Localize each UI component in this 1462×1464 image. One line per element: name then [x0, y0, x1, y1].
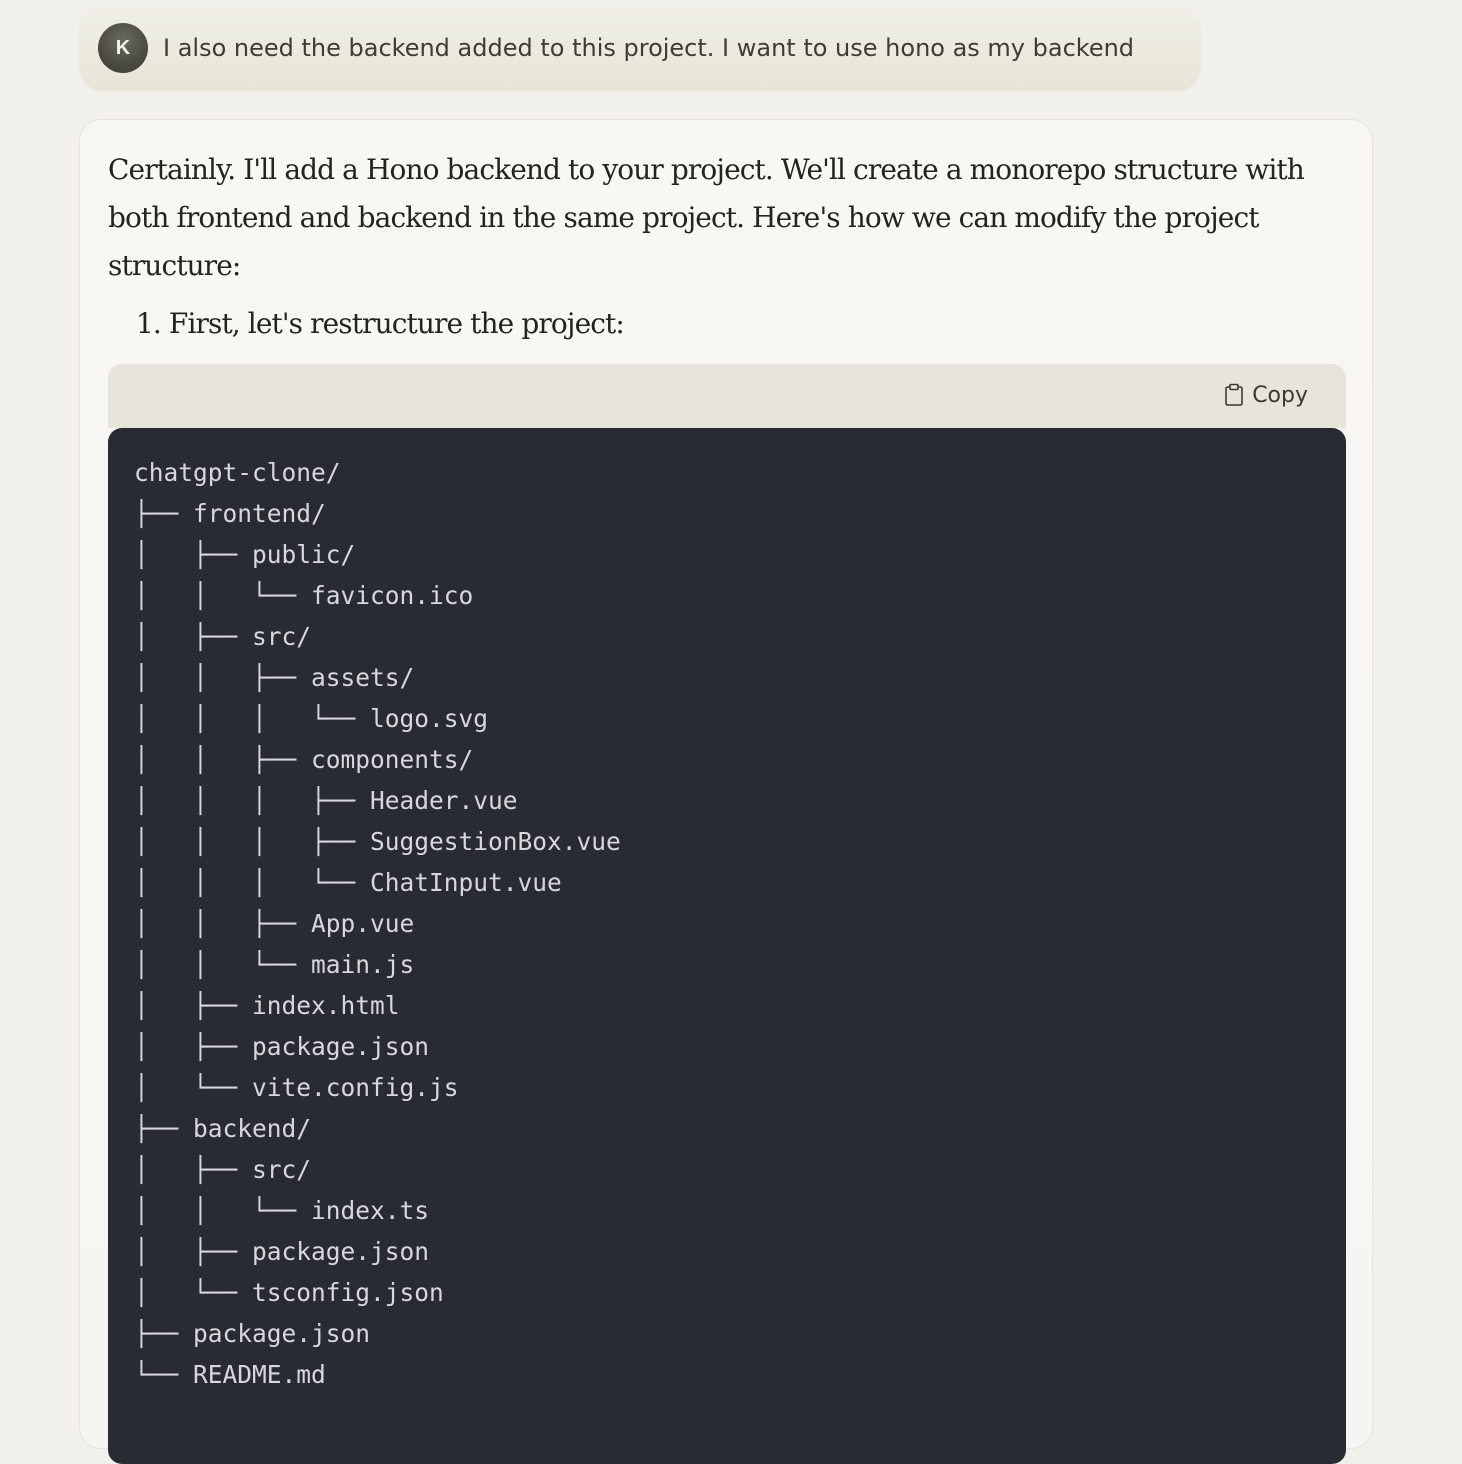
code-block: Copy chatgpt-clone/ ├── frontend/ │ ├── … — [108, 364, 1346, 1464]
assistant-message: Certainly. I'll add a Hono backend to yo… — [79, 119, 1373, 1464]
copy-button-label: Copy — [1252, 382, 1308, 408]
code-block-body: chatgpt-clone/ ├── frontend/ │ ├── publi… — [108, 428, 1346, 1464]
assistant-intro-text: Certainly. I'll add a Hono backend to yo… — [108, 153, 1305, 282]
avatar-initial: K — [115, 36, 131, 59]
user-message: K I also need the backend added to this … — [80, 6, 1200, 90]
project-tree-code: chatgpt-clone/ ├── frontend/ │ ├── publi… — [134, 458, 621, 1389]
clipboard-icon — [1224, 383, 1244, 407]
assistant-step-1: 1. First, let's restructure the project: — [136, 307, 625, 340]
user-message-text: I also need the backend added to this pr… — [163, 34, 1135, 62]
user-avatar[interactable]: K — [98, 23, 148, 73]
code-block-header: Copy — [108, 364, 1346, 428]
copy-button[interactable]: Copy — [1224, 380, 1308, 410]
